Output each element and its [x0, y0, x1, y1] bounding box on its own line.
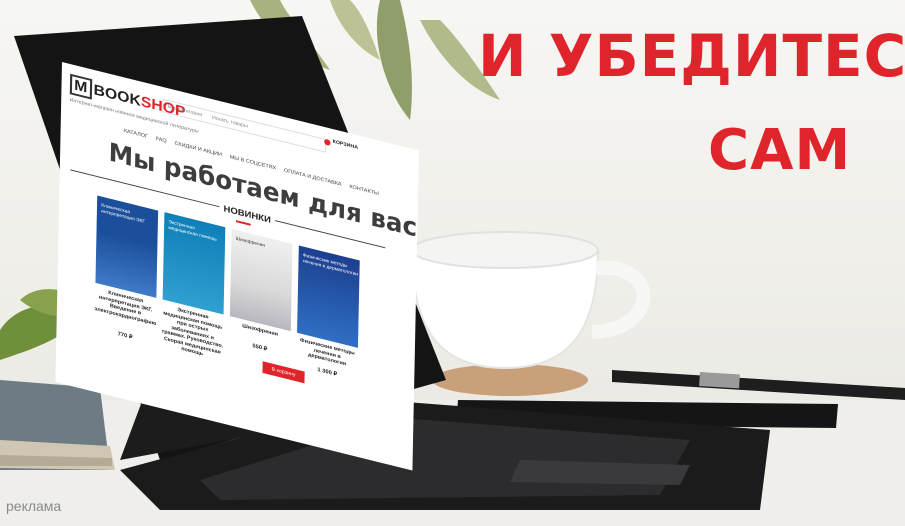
- book-price-4: 1 300 ₽: [317, 367, 338, 378]
- book-price-1: 770 ₽: [117, 331, 133, 341]
- book-cover-text: Экстренная медицинская помощь: [168, 219, 217, 242]
- book-cover-text: Физические методы лечения в дерматологии: [302, 252, 359, 277]
- book-cover-3[interactable]: Шизофрения: [229, 228, 293, 332]
- cart-label[interactable]: КОРЗИНА: [333, 139, 359, 151]
- book-cover-4[interactable]: Физические методы лечения в дерматологии: [297, 245, 360, 348]
- coffee-cup: [410, 231, 651, 370]
- book-cover-text: Шизофрения: [235, 235, 265, 248]
- nav-catalog[interactable]: КАТАЛОГ: [124, 128, 148, 140]
- nav-contacts[interactable]: КОНТАКТЫ: [349, 184, 379, 197]
- section-accent: [236, 220, 251, 226]
- search-placeholder: Искать товары: [211, 114, 248, 130]
- photo-scene: И УБЕДИТЕС САМ реклама M BOOKSHOP Интерне…: [0, 0, 905, 526]
- book-price-3: 550 ₽: [252, 343, 268, 353]
- add-to-cart-button[interactable]: В корзину: [262, 361, 305, 384]
- nav-faq[interactable]: FAQ: [156, 136, 167, 145]
- ad-label: реклама: [6, 498, 62, 514]
- logo-mark: M: [69, 73, 92, 100]
- headline-line-1: И УБЕДИТЕС: [478, 22, 905, 90]
- book-cover-text: Клиническая интерпретация ЭКГ: [101, 202, 146, 224]
- pen: [612, 370, 905, 400]
- book-stack: [0, 380, 115, 470]
- book-cover-1[interactable]: Клиническая интерпретация ЭКГ: [95, 195, 159, 298]
- book-cover-2[interactable]: Экстренная медицинская помощь: [162, 212, 226, 315]
- headline-line-2: САМ: [708, 118, 852, 183]
